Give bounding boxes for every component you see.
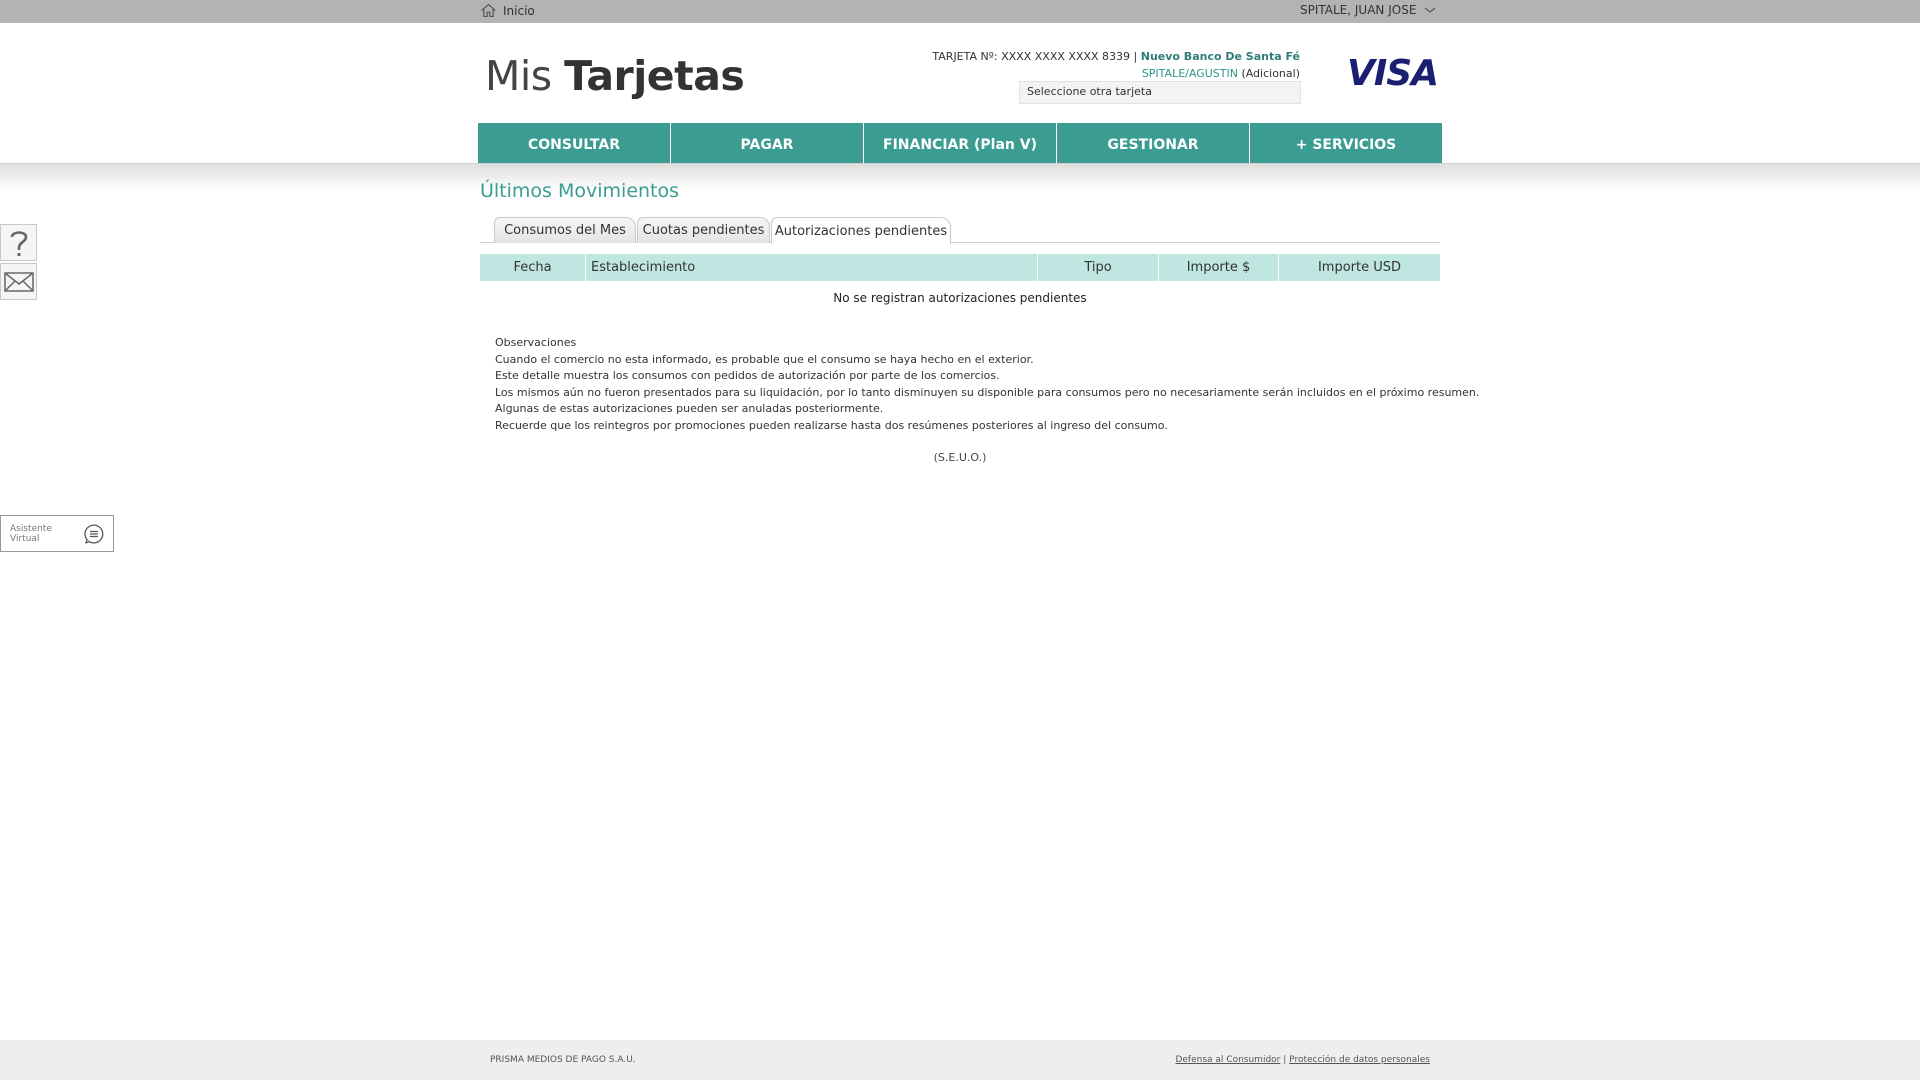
contact-button[interactable] <box>0 263 37 300</box>
home-icon <box>481 3 496 18</box>
privacy-link[interactable]: Protección de datos personales <box>1289 1055 1430 1065</box>
table-header: Fecha Establecimiento Tipo Importe $ Imp… <box>480 254 1440 281</box>
card-info: TARJETA Nº: XXXX XXXX XXXX 8339 | Nuevo … <box>932 48 1300 82</box>
home-link[interactable]: Inicio <box>480 2 535 19</box>
movements-tabs: Consumos del Mes Cuotas pendientes Autor… <box>480 217 1440 244</box>
footer-separator: | <box>1283 1055 1287 1065</box>
logo-light-text: Mis <box>485 52 565 100</box>
observation-line: Recuerde que los reintegros por promocio… <box>495 418 1168 432</box>
empty-table-message: No se registran autorizaciones pendiente… <box>833 291 1087 305</box>
observation-line: Este detalle muestra los consumos con pe… <box>495 369 1000 382</box>
card-holder: SPITALE/AGUSTIN <box>1141 67 1238 80</box>
help-button[interactable] <box>0 224 37 261</box>
seuo-disclaimer: (S.E.U.O.) <box>933 451 987 464</box>
holder-type: (Adicional) <box>1241 67 1300 80</box>
footer-links: Defensa al Consumidor | Protección de da… <box>1175 1055 1430 1065</box>
nav-servicios[interactable]: + SERVICIOS <box>1250 123 1442 163</box>
column-header-tipo[interactable]: Tipo <box>1038 254 1159 281</box>
card-number: TARJETA Nº: XXXX XXXX XXXX 8339 | <box>932 50 1138 63</box>
visa-logo: VISA <box>1347 53 1439 94</box>
mis-tarjetas-logo[interactable]: Mis Tarjetas <box>485 52 745 100</box>
logo-bold-text: Tarjetas <box>564 52 745 100</box>
nav-consultar[interactable]: CONSULTAR <box>478 123 671 163</box>
main-nav: CONSULTAR PAGAR FINANCIAR (Plan V) GESTI… <box>478 123 1442 163</box>
nav-shadow-divider <box>0 163 1920 191</box>
footer-company: PRISMA MEDIOS DE PAGO S.A.U. <box>490 1055 636 1065</box>
chat-bubble-icon <box>84 523 104 544</box>
column-header-fecha[interactable]: Fecha <box>480 254 586 281</box>
column-header-importe-usd[interactable]: Importe USD <box>1279 254 1440 281</box>
column-header-importe-pesos[interactable]: Importe $ <box>1159 254 1279 281</box>
top-bar: Inicio SPITALE, JUAN JOSE <box>0 0 1920 23</box>
observations: Observaciones Cuando el comercio no esta… <box>495 335 1479 434</box>
user-menu[interactable]: SPITALE, JUAN JOSE <box>1300 3 1436 17</box>
bank-name: Nuevo Banco De Santa Fé <box>1140 50 1300 63</box>
column-header-establecimiento[interactable]: Establecimiento <box>586 254 1038 281</box>
chevron-down-icon <box>1425 7 1436 13</box>
nav-pagar[interactable]: PAGAR <box>671 123 864 163</box>
page-title: Últimos Movimientos <box>480 180 680 202</box>
card-select[interactable]: Seleccione otra tarjeta <box>1019 81 1301 104</box>
observations-title: Observaciones <box>495 336 577 349</box>
observation-line: Algunas de estas autorizaciones pueden s… <box>495 402 884 415</box>
assistant-label: Asistente Virtual <box>10 523 52 544</box>
tab-cuotas-pendientes[interactable]: Cuotas pendientes <box>637 217 770 243</box>
user-name: SPITALE, JUAN JOSE <box>1300 3 1417 17</box>
nav-gestionar[interactable]: GESTIONAR <box>1057 123 1250 163</box>
tab-autorizaciones-pendientes[interactable]: Autorizaciones pendientes <box>771 217 951 244</box>
consumer-defense-link[interactable]: Defensa al Consumidor <box>1175 1055 1280 1065</box>
authorizations-table: Fecha Establecimiento Tipo Importe $ Imp… <box>480 254 1440 305</box>
footer: PRISMA MEDIOS DE PAGO S.A.U. Defensa al … <box>0 1040 1920 1080</box>
virtual-assistant-button[interactable]: Asistente Virtual <box>0 515 114 552</box>
question-mark-icon <box>10 230 27 256</box>
observation-line: Cuando el comercio no esta informado, es… <box>495 352 1034 366</box>
tab-consumos-del-mes[interactable]: Consumos del Mes <box>494 217 636 243</box>
nav-financiar[interactable]: FINANCIAR (Plan V) <box>864 123 1057 163</box>
envelope-icon <box>3 271 34 292</box>
observation-line: Los mismos aún no fueron presentados par… <box>495 385 1480 399</box>
home-label: Inicio <box>503 3 535 18</box>
